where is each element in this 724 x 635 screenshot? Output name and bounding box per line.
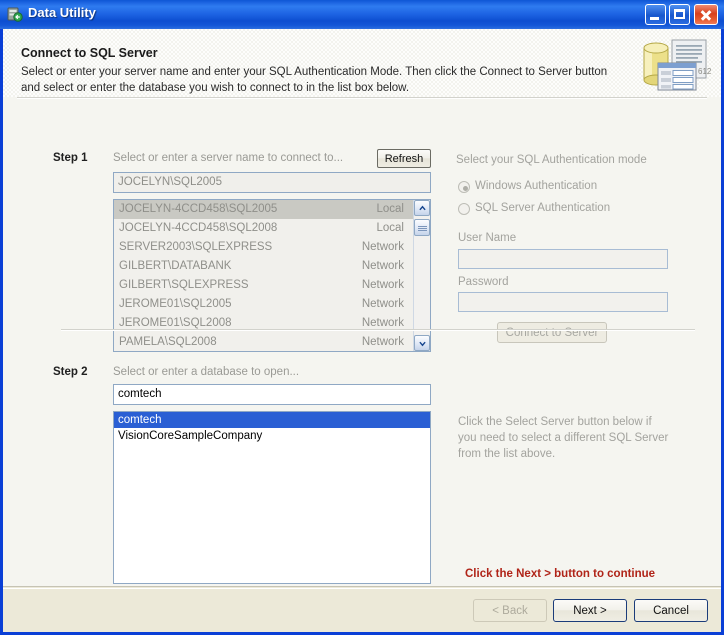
server-list-item-name: JEROME01\SQL2008 — [119, 317, 232, 329]
step2-label: Step 2 — [53, 366, 88, 378]
window-server-icon — [6, 6, 23, 23]
server-list-item-type: Local — [376, 203, 405, 215]
header-panel: Connect to SQL Server Select or enter yo… — [3, 29, 721, 99]
server-list-item-name: GILBERT\DATABANK — [119, 260, 232, 272]
close-button[interactable] — [694, 4, 718, 25]
scroll-up-arrow-icon[interactable] — [414, 200, 430, 216]
footer-panel: < Back Next > Cancel — [3, 586, 721, 632]
server-list-item-name: GILBERT\SQLEXPRESS — [119, 279, 249, 291]
server-list-item[interactable]: PAMELA\SQL2008 Network — [114, 333, 430, 351]
database-name-input[interactable]: comtech — [113, 384, 431, 405]
server-list-item-type: Network — [361, 298, 404, 310]
radio-selected-icon — [458, 181, 470, 193]
database-list[interactable]: comtech VisionCoreSampleCompany — [113, 411, 431, 584]
server-list-item-name: SERVER2003\SQLEXPRESS — [119, 241, 273, 253]
step2-caption: Select or enter a database to open... — [113, 366, 300, 378]
maximize-button[interactable] — [669, 4, 690, 25]
server-list-item-name: JEROME01\SQL2005 — [119, 298, 232, 310]
minimize-button[interactable] — [645, 4, 666, 25]
header-divider-highlight — [17, 98, 707, 99]
scroll-down-arrow-icon[interactable] — [414, 335, 430, 351]
server-list-item-name: JOCELYN-4CCD458\SQL2008 — [119, 222, 278, 234]
step1-caption: Select or enter a server name to connect… — [113, 152, 344, 164]
server-list-item[interactable]: JOCELYN-4CCD458\SQL2008 Local — [114, 219, 430, 238]
server-list-item[interactable]: GILBERT\SQLEXPRESS Network — [114, 276, 430, 295]
database-list-item[interactable]: VisionCoreSampleCompany — [114, 428, 430, 444]
step1-label: Step 1 — [53, 152, 88, 164]
next-button[interactable]: Next > — [553, 599, 627, 622]
window-title: Data Utility — [28, 5, 96, 20]
title-bar: Data Utility — [0, 0, 724, 29]
footer-highlight — [3, 588, 721, 589]
server-list-item-type: Network — [361, 336, 404, 348]
refresh-button[interactable]: Refresh — [377, 149, 431, 168]
server-list-item-type: Network — [361, 241, 404, 253]
password-label: Password — [458, 276, 509, 288]
page-title: Connect to SQL Server — [21, 46, 158, 60]
cancel-button[interactable]: Cancel — [634, 599, 708, 622]
next-hint-text: Click the Next > button to continue — [465, 568, 656, 580]
back-button[interactable]: < Back — [473, 599, 547, 622]
server-list-item[interactable]: JEROME01\SQL2005 Network — [114, 295, 430, 314]
connect-to-server-button[interactable]: Connect to Server — [497, 322, 607, 343]
user-name-input[interactable] — [458, 249, 668, 269]
server-list-item-type: Network — [361, 279, 404, 291]
server-list-item-type: Network — [361, 260, 404, 272]
server-list-item[interactable]: JOCELYN-4CCD458\SQL2005 Local — [114, 200, 430, 219]
step-divider-highlight — [61, 330, 695, 331]
header-icon-number: 612 — [698, 67, 712, 76]
password-input[interactable] — [458, 292, 668, 312]
radio-windows-label: Windows Authentication — [475, 180, 598, 192]
server-list-item-name: JOCELYN-4CCD458\SQL2005 — [119, 203, 278, 215]
radio-sql-label: SQL Server Authentication — [475, 202, 611, 214]
server-list-item-type: Local — [376, 222, 405, 234]
server-name-input[interactable]: JOCELYN\SQL2005 — [113, 172, 431, 193]
page-description: Select or enter your server name and ent… — [21, 66, 608, 94]
server-list-item-name: PAMELA\SQL2008 — [119, 336, 217, 348]
server-list-item[interactable]: GILBERT\DATABANK Network — [114, 257, 430, 276]
user-name-label: User Name — [458, 232, 517, 244]
server-list-item[interactable]: SERVER2003\SQLEXPRESS Network — [114, 238, 430, 257]
client-area: Connect to SQL Server Select or enter yo… — [3, 29, 721, 632]
help-text: Click the Select Server button below if … — [458, 416, 669, 460]
scrollbar-thumb[interactable] — [414, 219, 430, 236]
application-window: Data Utility Connect to SQL Server Selec… — [0, 0, 724, 635]
auth-mode-label: Select your SQL Authentication mode — [456, 154, 647, 166]
database-documents-icon: 612 — [640, 37, 714, 95]
radio-unselected-icon — [458, 203, 470, 215]
database-list-item[interactable]: comtech — [114, 412, 430, 428]
